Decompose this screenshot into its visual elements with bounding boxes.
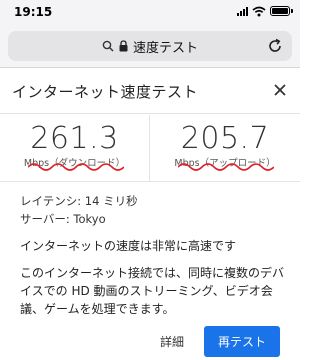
- battery-icon: [270, 6, 293, 16]
- download-result: 261.3 Mbps（ダウンロード）: [0, 115, 150, 181]
- status-icons: [237, 5, 293, 17]
- address-bar[interactable]: 速度テスト: [8, 31, 292, 61]
- browser-toolbar: 速度テスト: [0, 24, 300, 68]
- speed-description: このインターネット接続では、同時に複数のデバイスでの HD 動画のストリーミング…: [20, 266, 285, 316]
- download-speed-value: 261.3: [30, 121, 119, 156]
- retest-button[interactable]: 再テスト: [203, 326, 280, 357]
- details-button[interactable]: 詳細: [152, 329, 192, 354]
- speed-summary: インターネットの速度は非常に高速です: [20, 239, 237, 253]
- search-icon: [102, 40, 114, 52]
- server-text: サーバー: Tokyo: [20, 212, 106, 226]
- wifi-icon: [252, 6, 266, 16]
- upload-result: 205.7 Mbps（アップロード）: [150, 115, 300, 181]
- reload-icon[interactable]: [266, 37, 284, 55]
- speed-test-header: インターネット速度テスト: [0, 68, 300, 114]
- url-text: 速度テスト: [132, 40, 198, 56]
- wavy-underline-annotation: [28, 163, 124, 171]
- status-time: 19:15: [14, 5, 53, 19]
- lock-icon: [119, 40, 128, 52]
- status-bar: 19:15: [0, 0, 300, 24]
- wavy-underline-annotation: [178, 163, 274, 171]
- upload-speed-value: 205.7: [180, 121, 270, 156]
- action-buttons: 詳細 再テスト: [152, 326, 280, 357]
- close-icon[interactable]: [270, 80, 290, 100]
- page-title: インターネット速度テスト: [12, 83, 199, 101]
- latency-text: レイテンシ: 14 ミリ秒: [20, 194, 138, 208]
- divider: [0, 181, 300, 182]
- cellular-signal-icon: [237, 6, 248, 16]
